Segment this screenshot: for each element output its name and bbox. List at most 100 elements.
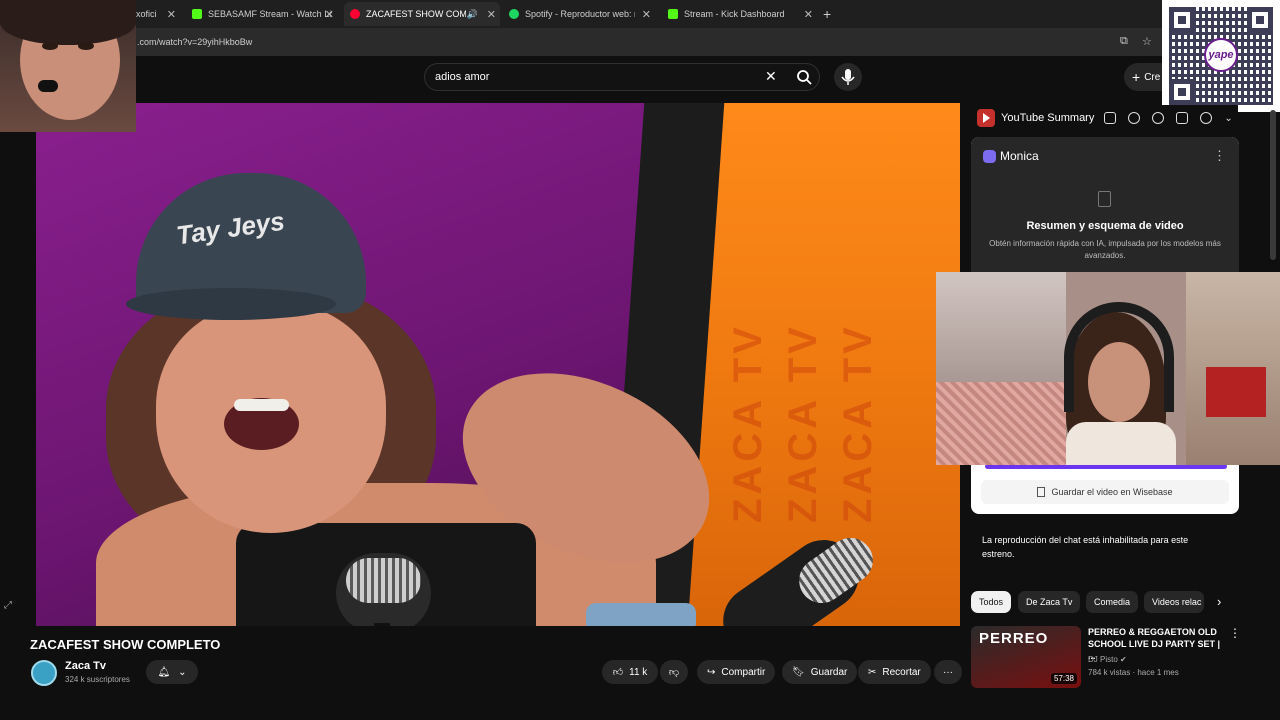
tab-zacafest[interactable]: ZACAFEST SHOW COMPLETO 🔊 ✕ <box>344 2 500 26</box>
video-title: ZACAFEST SHOW COMPLETO <box>30 637 221 652</box>
glasses-icon[interactable] <box>1152 112 1165 124</box>
save-label: Guardar <box>810 666 848 678</box>
left-edge-icons: ⤢ <box>4 600 12 611</box>
save-button[interactable]: 🔖︎ Guardar <box>782 660 858 684</box>
openai-icon[interactable] <box>1128 112 1141 124</box>
expand-icon[interactable]: ⤢ <box>4 600 12 611</box>
shelf-shape <box>1206 367 1266 417</box>
thumbs-down-icon: 👎︎ <box>668 667 680 678</box>
save-icon <box>1037 487 1046 497</box>
clip-button[interactable]: ✂ Recortar <box>858 660 931 684</box>
close-tab-icon[interactable]: ✕ <box>325 8 334 21</box>
more-options-icon[interactable]: ⋮ <box>1229 626 1241 640</box>
settings-gear-icon[interactable] <box>1200 112 1213 124</box>
chip-todos[interactable]: Todos <box>971 591 1012 613</box>
eye-shape <box>42 42 58 50</box>
yape-logo: yape <box>1204 38 1238 72</box>
youtube-favicon-icon <box>350 9 360 19</box>
youtube-summary-logo-icon <box>977 109 995 127</box>
share-button[interactable]: ↪ Compartir <box>697 660 776 684</box>
tab-kick-dashboard[interactable]: Stream - Kick Dashboard ✕ <box>662 2 817 26</box>
plus-icon: + <box>1132 69 1141 85</box>
chevron-down-icon[interactable]: ⌄ <box>1224 113 1232 124</box>
microphone-icon[interactable] <box>834 63 862 91</box>
chat-disabled-message: La reproducción del chat está inhabilita… <box>982 535 1189 559</box>
channel-name[interactable]: Zaca Tv <box>65 660 106 672</box>
like-button[interactable]: 👍︎ 11 k <box>602 660 658 684</box>
top-shape <box>1066 422 1176 465</box>
tab-title: Spotify - Reproductor web: mú <box>525 9 635 19</box>
mic-stand-shape <box>374 623 390 626</box>
notifications-button[interactable]: 🔔︎ ⌄ <box>146 660 198 684</box>
qr-finder <box>1169 79 1195 105</box>
qr-finder <box>1169 7 1195 33</box>
webcam-overlay-streamer <box>936 272 1280 465</box>
extension-icon[interactable] <box>1176 112 1189 124</box>
spotify-favicon-icon <box>509 9 519 19</box>
wisebase-label: Guardar el video en Wisebase <box>1051 487 1173 497</box>
like-count: 11 k <box>629 666 648 678</box>
more-horizontal-icon: ··· <box>943 666 953 678</box>
tab-spotify[interactable]: Spotify - Reproductor web: mú ✕ <box>503 2 655 26</box>
chevron-right-icon[interactable]: › <box>1217 594 1221 609</box>
hair-shape <box>0 0 136 45</box>
subscriber-count: 324 k suscriptores <box>65 675 130 684</box>
close-tab-icon[interactable]: ✕ <box>167 8 176 21</box>
bookmark-star-icon[interactable]: ☆ <box>1142 35 1152 48</box>
video-player[interactable]: ZACA TV ZACA TV ZACA TV Tay Jeys <box>36 103 960 626</box>
channel-avatar[interactable] <box>31 660 57 686</box>
chip-comedia[interactable]: Comedia <box>1086 591 1139 613</box>
tab-title: SEBASAMF Stream - Watch Live <box>208 9 332 19</box>
channel-name[interactable]: DJ Pisto ✔ <box>1088 655 1127 664</box>
share-icon: ↪ <box>707 666 716 678</box>
summary-title: Resumen y esquema de video <box>1026 220 1184 232</box>
close-tab-icon[interactable]: ✕ <box>804 8 813 21</box>
create-label: Cre <box>1144 71 1161 83</box>
eye-shape <box>78 42 94 50</box>
search-input[interactable]: adios amor <box>435 71 489 83</box>
recommended-video-item[interactable]: PERREO 57:38 PERREO & REGGAETON OLD SCHO… <box>971 626 1241 688</box>
side-panel-scrollbar[interactable] <box>1270 110 1276 260</box>
more-actions-button[interactable]: ··· <box>934 660 962 684</box>
search-box[interactable]: adios amor ✕ <box>424 63 820 91</box>
close-tab-icon[interactable]: ✕ <box>487 8 496 21</box>
verified-icon: ✔ <box>1120 655 1127 664</box>
jeans-shape <box>586 603 696 626</box>
url-text[interactable]: .com/watch?v=29yihHkboBw <box>137 37 252 47</box>
bookmark-icon: 🔖︎ <box>792 666 805 678</box>
chip-de-zaca-tv[interactable]: De Zaca Tv <box>1018 591 1081 613</box>
teeth-shape <box>234 399 289 411</box>
watermark-text: ZACA TV <box>781 323 825 523</box>
qr-finder <box>1247 7 1273 33</box>
video-duration: 57:38 <box>1050 673 1077 684</box>
tab-title: ZACAFEST SHOW COMPLETO <box>366 9 466 19</box>
chip-videos-relacionados[interactable]: Videos relac <box>1144 591 1204 613</box>
watermark-text: ZACA TV <box>836 323 880 523</box>
youtube-summary-extension-bar: YouTube Summary ⌄ <box>971 105 1238 131</box>
close-tab-icon[interactable]: ✕ <box>642 8 651 21</box>
bed-shape <box>936 382 1066 465</box>
address-bar[interactable]: .com/watch?v=29yihHkboBw ⧉ ☆ <box>0 28 1280 56</box>
thumbs-up-icon: 👍︎ <box>612 667 624 678</box>
monica-summary-card[interactable]: Resumen y esquema de video Obtén informa… <box>971 177 1239 277</box>
save-to-wisebase-button[interactable]: Guardar el video en Wisebase <box>981 480 1229 504</box>
clip-label: Recortar <box>882 666 921 678</box>
cap-brim-shape <box>126 288 336 320</box>
video-thumbnail[interactable]: PERREO 57:38 <box>971 626 1081 688</box>
audio-playing-icon[interactable]: 🔊 <box>467 9 478 20</box>
more-options-icon[interactable]: ⋮ <box>1213 148 1226 164</box>
monica-logo-icon <box>983 150 996 163</box>
new-tab-icon[interactable]: + <box>823 6 831 22</box>
thumbnail-text: PERREO <box>979 630 1049 647</box>
share-label: Compartir <box>721 666 766 678</box>
cast-icon[interactable]: ⧉ <box>1120 35 1128 48</box>
robot-icon[interactable] <box>1104 112 1117 124</box>
dislike-button[interactable]: 👎︎ <box>660 660 688 684</box>
tab-sebasamf[interactable]: SEBASAMF Stream - Watch Live ✕ <box>186 2 338 26</box>
search-icon[interactable] <box>793 68 815 86</box>
bell-icon: 🔔︎ <box>157 666 171 678</box>
clear-search-icon[interactable]: ✕ <box>765 68 777 85</box>
kick-favicon-icon <box>192 9 202 19</box>
channel-name-text: DJ Pisto <box>1088 655 1118 664</box>
video-meta: 784 k vistas · hace 1 mes <box>1088 668 1179 677</box>
